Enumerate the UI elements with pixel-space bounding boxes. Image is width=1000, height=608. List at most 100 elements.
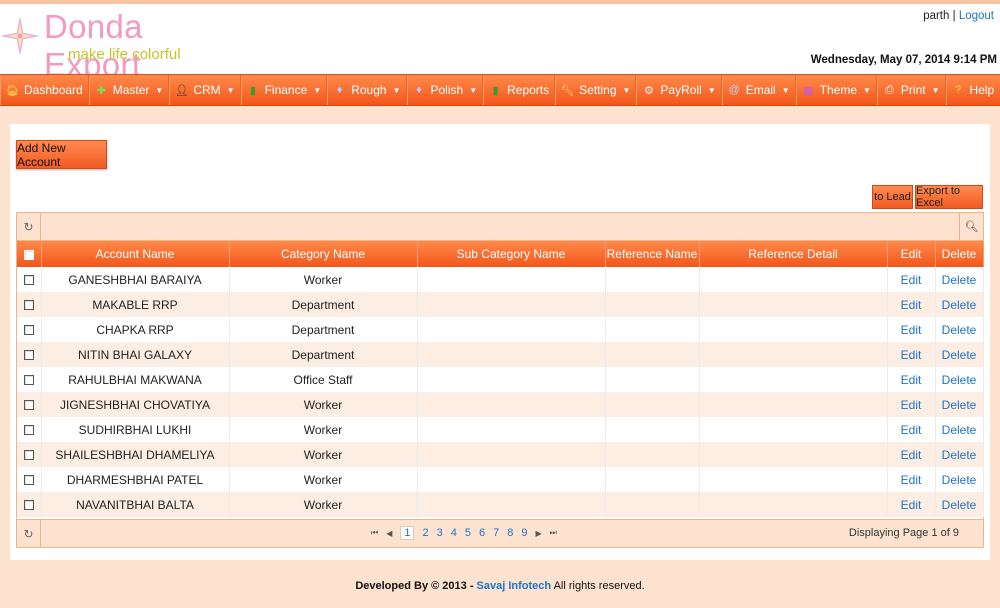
column-header[interactable]: Sub Category Name xyxy=(417,241,606,267)
page-link[interactable]: 2 xyxy=(422,527,428,539)
edit-link[interactable]: Edit xyxy=(887,342,936,367)
delete-link[interactable]: Delete xyxy=(935,292,984,317)
page-link[interactable]: 9 xyxy=(521,527,527,539)
page-link[interactable]: 7 xyxy=(493,527,499,539)
menu-item-label: Rough xyxy=(351,83,387,97)
diamond-icon: ♦ xyxy=(336,84,343,96)
menu-item-label: Reports xyxy=(507,83,550,97)
select-all-checkbox[interactable] xyxy=(23,249,34,260)
cell-account: NITIN BHAI GALAXY xyxy=(41,342,230,367)
cell-ref-name xyxy=(605,492,700,517)
first-page-icon[interactable]: ⏮︎ xyxy=(371,528,378,538)
menu-item-email[interactable]: @ Email ▼ xyxy=(721,75,796,105)
row-checkbox[interactable] xyxy=(23,375,34,386)
column-header[interactable]: Category Name xyxy=(229,241,418,267)
table-row: DHARMESHBHAI PATEL Worker Edit Delete xyxy=(17,467,984,492)
edit-link[interactable]: Edit xyxy=(887,492,936,517)
row-select-cell xyxy=(17,417,42,442)
compass-star-icon xyxy=(1,17,39,55)
menu-item-finance[interactable]: ▮ Finance ▼ xyxy=(240,75,328,105)
edit-link[interactable]: Edit xyxy=(887,317,936,342)
table-row: MAKABLE RRP Department Edit Delete xyxy=(17,292,984,317)
main-menu: 🏠︎ Dashboard ✚ Master ▼ 👤︎ CRM ▼ ▮ Finance ▼ ♦ Rough… xyxy=(0,74,1000,106)
row-checkbox[interactable] xyxy=(23,400,34,411)
menu-item-dashboard[interactable]: 🏠︎ Dashboard xyxy=(0,75,89,105)
delete-link[interactable]: Delete xyxy=(935,467,984,492)
column-header[interactable]: Edit xyxy=(887,241,936,267)
next-page-icon[interactable]: ▶ xyxy=(535,529,541,538)
row-checkbox[interactable] xyxy=(23,450,34,461)
edit-link[interactable]: Edit xyxy=(887,392,936,417)
home-icon: 🏠︎ xyxy=(5,84,20,97)
edit-link[interactable]: Edit xyxy=(887,367,936,392)
menu-item-rough[interactable]: ♦ Rough ▼ xyxy=(327,75,407,105)
page-link[interactable]: 6 xyxy=(479,527,485,539)
column-header[interactable]: Reference Name xyxy=(605,241,700,267)
row-checkbox[interactable] xyxy=(23,475,34,486)
bar-chart-icon: ▮ xyxy=(492,84,499,97)
copyright-suffix: All rights reserved. xyxy=(551,580,645,592)
prev-page-icon[interactable]: ◀ xyxy=(386,529,392,538)
menu-item-theme[interactable]: ▦ Theme ▼ xyxy=(795,75,877,105)
row-checkbox[interactable] xyxy=(23,350,34,361)
edit-link[interactable]: Edit xyxy=(887,267,936,292)
cell-ref-detail xyxy=(699,342,888,367)
cell-ref-detail xyxy=(699,492,888,517)
menu-item-master[interactable]: ✚ Master ▼ xyxy=(88,75,170,105)
menu-item-help[interactable]: ?Help▼ xyxy=(945,75,1000,105)
row-checkbox[interactable] xyxy=(23,300,34,311)
row-checkbox[interactable] xyxy=(23,500,34,511)
cell-sub-category xyxy=(417,317,606,342)
caret-down-icon: ▼ xyxy=(781,85,790,95)
menu-item-polish[interactable]: ♦ Polish ▼ xyxy=(406,75,484,105)
search-icon[interactable]: 🔍︎ xyxy=(959,213,983,240)
caret-down-icon: ▼ xyxy=(469,85,478,95)
edit-link[interactable]: Edit xyxy=(887,417,936,442)
logout-link[interactable]: Logout xyxy=(959,10,994,22)
cell-account: GANESHBHAI BARAIYA xyxy=(41,267,230,292)
page-link[interactable]: 8 xyxy=(507,527,513,539)
row-checkbox[interactable] xyxy=(23,275,34,286)
row-select-cell xyxy=(17,442,42,467)
delete-link[interactable]: Delete xyxy=(935,442,984,467)
menu-item-payroll[interactable]: ⚙ PayRoll ▼ xyxy=(636,75,722,105)
printer-icon: ⎙ xyxy=(885,83,894,96)
delete-link[interactable]: Delete xyxy=(935,492,984,517)
logo: Donda Export make life colorful xyxy=(0,8,230,83)
page-link[interactable]: 1 xyxy=(400,526,415,540)
cell-account: MAKABLE RRP xyxy=(41,292,230,317)
delete-link[interactable]: Delete xyxy=(935,367,984,392)
cell-sub-category xyxy=(417,467,606,492)
column-header[interactable]: Reference Detail xyxy=(699,241,888,267)
page-link[interactable]: 3 xyxy=(437,527,443,539)
menu-item-print[interactable]: ⎙ Print ▼ xyxy=(876,75,946,105)
menu-item-setting[interactable]: 🔧︎ Setting ▼ xyxy=(555,75,637,105)
menu-item-label: Theme xyxy=(819,83,857,97)
row-checkbox[interactable] xyxy=(23,425,34,436)
table-row: NAVANITBHAI BALTA Worker Edit Delete xyxy=(17,492,984,517)
add-new-account-button[interactable]: Add New Account xyxy=(16,140,107,169)
menu-item-reports[interactable]: ▮ Reports xyxy=(483,75,556,105)
menu-item-crm[interactable]: 👤︎ CRM ▼ xyxy=(169,75,241,105)
page-link[interactable]: 4 xyxy=(451,527,457,539)
edit-link[interactable]: Edit xyxy=(887,442,936,467)
row-checkbox[interactable] xyxy=(23,325,34,336)
delete-link[interactable]: Delete xyxy=(935,392,984,417)
column-header[interactable]: Delete xyxy=(935,241,984,267)
last-page-icon[interactable]: ⏭︎ xyxy=(550,528,557,538)
edit-link[interactable]: Edit xyxy=(887,292,936,317)
delete-link[interactable]: Delete xyxy=(935,267,984,292)
delete-link[interactable]: Delete xyxy=(935,317,984,342)
company-link[interactable]: Savaj Infotech xyxy=(477,580,552,592)
delete-link[interactable]: Delete xyxy=(935,342,984,367)
cell-ref-name xyxy=(605,392,700,417)
refresh-icon[interactable]: ↻ xyxy=(17,520,41,548)
export-to-excel-button[interactable]: Export to Excel xyxy=(915,185,983,209)
column-header[interactable]: Account Name xyxy=(41,241,230,267)
cell-sub-category xyxy=(417,267,606,292)
edit-link[interactable]: Edit xyxy=(887,467,936,492)
delete-link[interactable]: Delete xyxy=(935,417,984,442)
page-link[interactable]: 5 xyxy=(465,527,471,539)
to-lead-button[interactable]: to Lead xyxy=(872,185,913,209)
refresh-icon[interactable]: ↻ xyxy=(17,213,41,240)
